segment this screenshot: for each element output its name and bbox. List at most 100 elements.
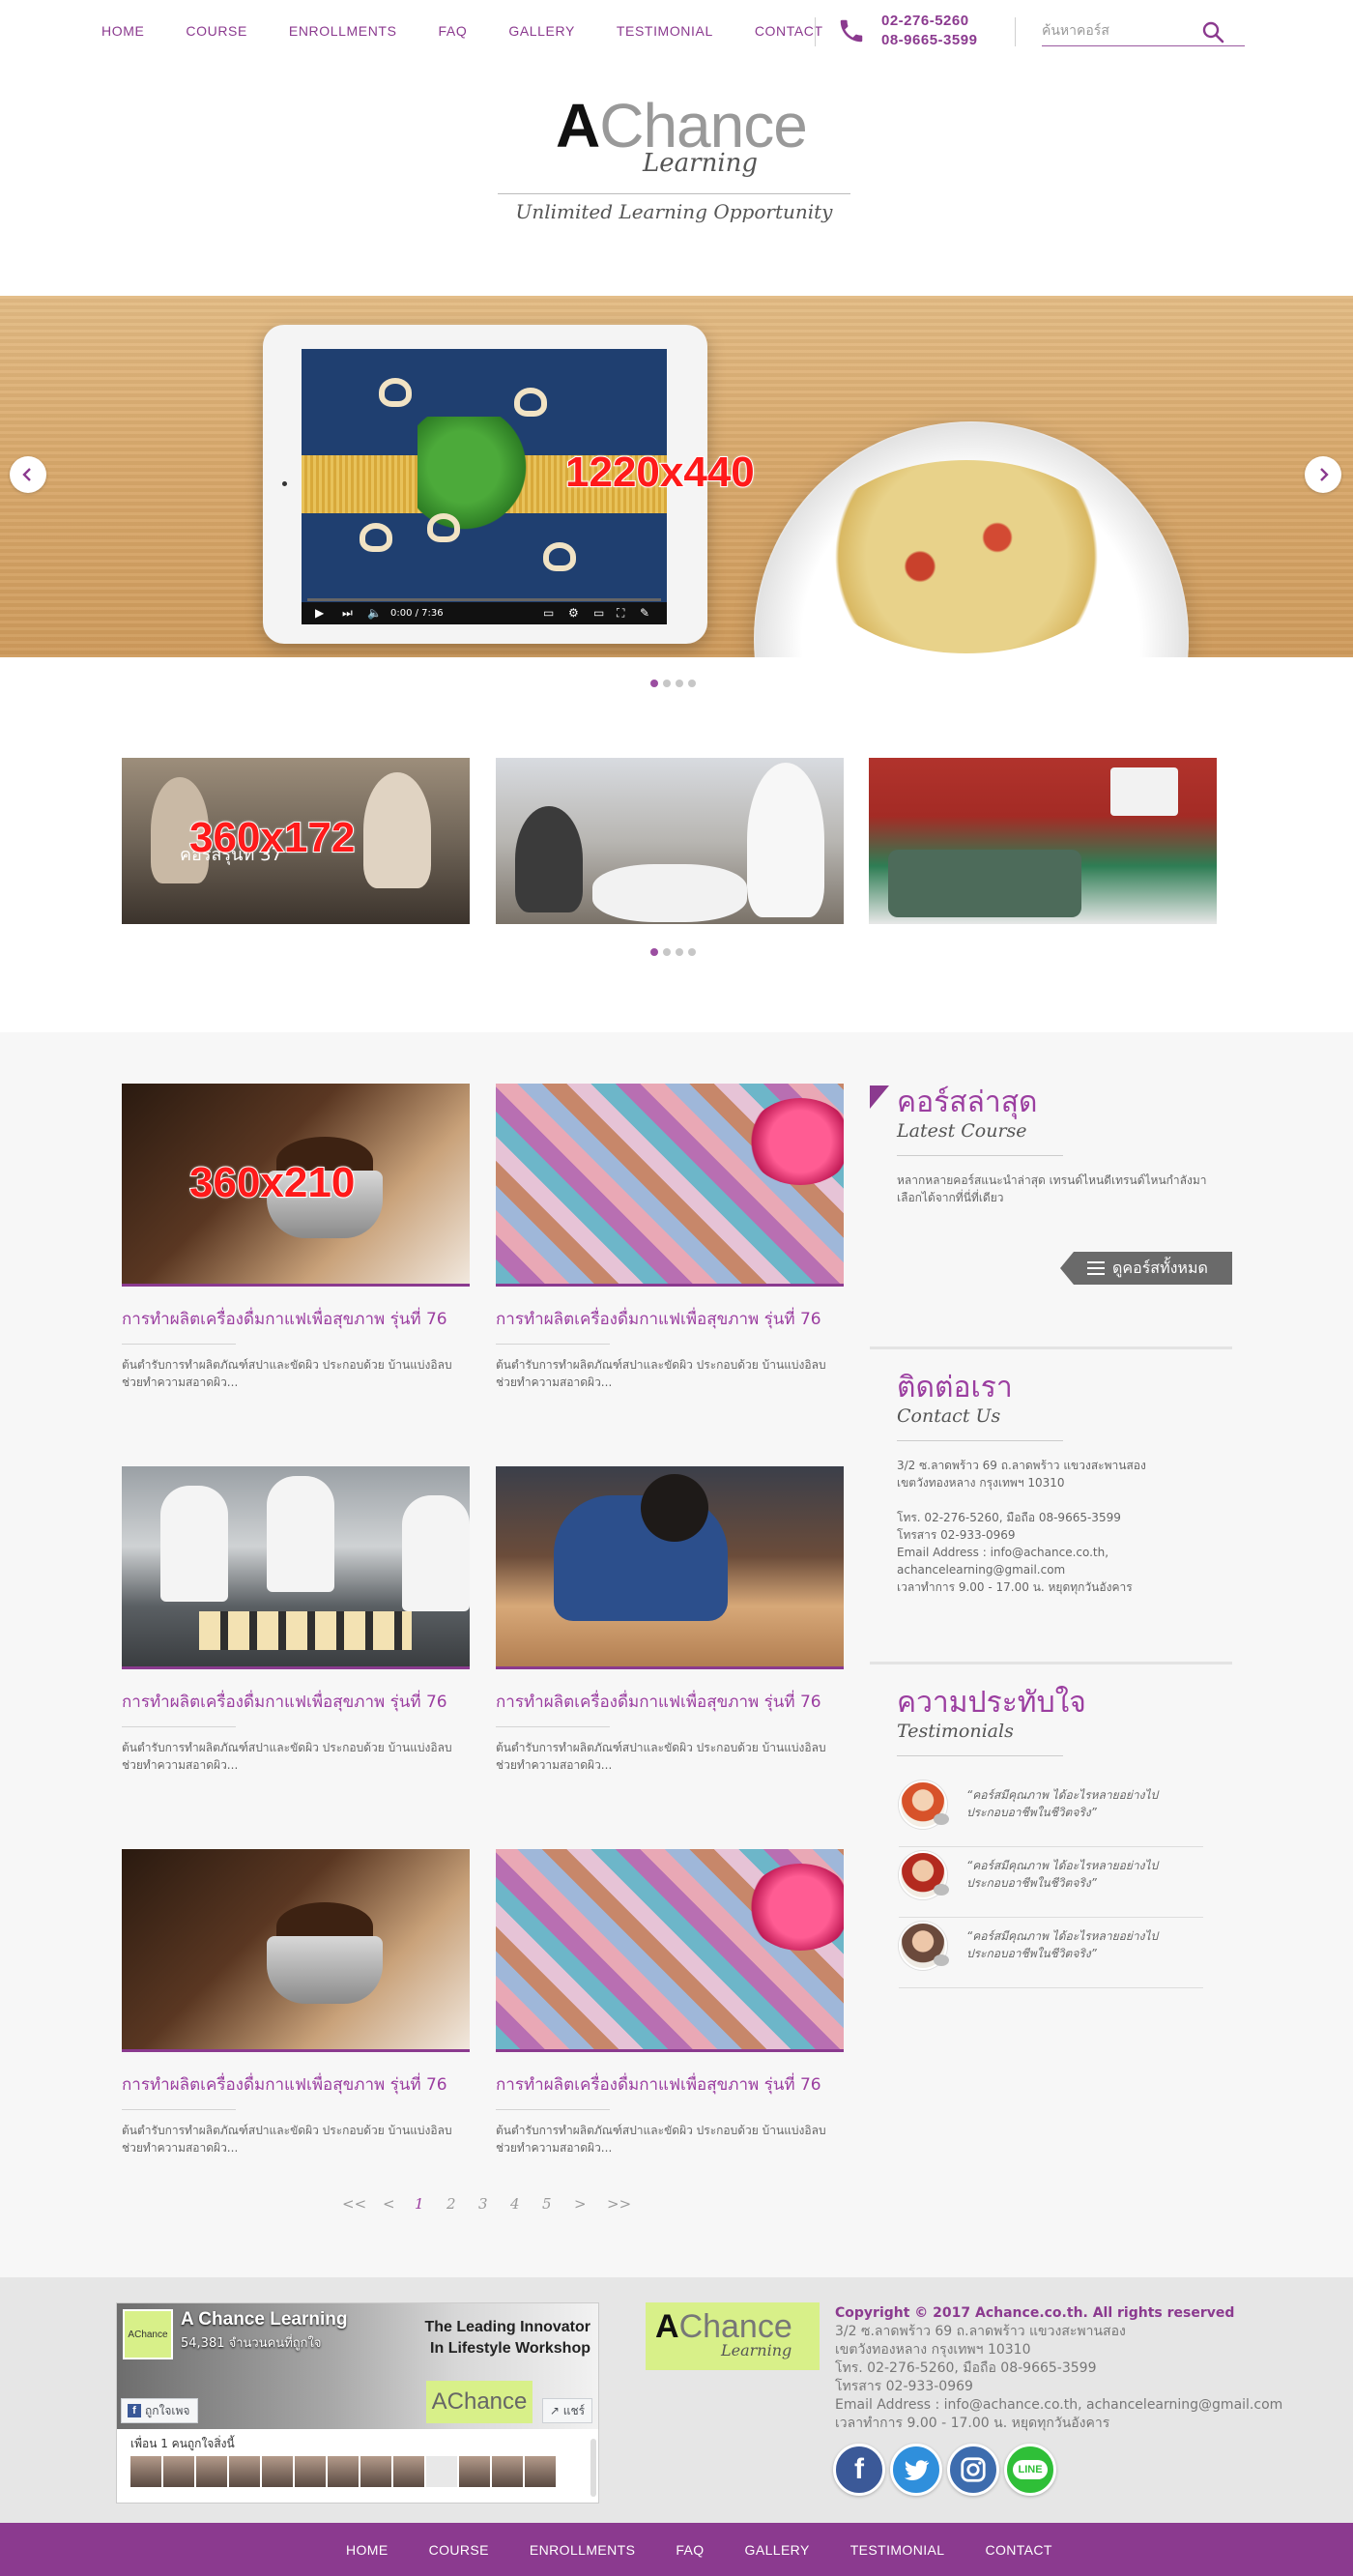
- footer-nav-gallery[interactable]: GALLERY: [745, 2542, 810, 2558]
- testimonial-item[interactable]: “คอร์สมีคุณภาพ ได้อะไรหลายอย่างไป ประกอบ…: [899, 1847, 1203, 1918]
- footer-nav-testimonial[interactable]: TESTIMONIAL: [850, 2542, 945, 2558]
- page-link[interactable]: 4: [510, 2195, 520, 2213]
- nav-contact[interactable]: CONTACT: [755, 23, 823, 39]
- avatar[interactable]: [459, 2456, 490, 2487]
- course-card[interactable]: การทำผลิตเครื่องดื่มกาแฟเพื่อสุขภาพ รุ่น…: [496, 1849, 844, 2156]
- last-page-link[interactable]: >>: [607, 2195, 631, 2213]
- fullscreen-icon[interactable]: ⛶: [617, 606, 624, 621]
- pin-icon[interactable]: ✎: [640, 606, 649, 620]
- promo-slide-1[interactable]: คอร์สรุ่นที่ 37 360x172: [122, 758, 470, 924]
- testimonial-item[interactable]: “คอร์สมีคุณภาพ ได้อะไรหลายอย่างไป ประกอบ…: [899, 1918, 1203, 1988]
- fb-page-logo[interactable]: AChance: [123, 2309, 173, 2359]
- course-title[interactable]: การทำผลิตเครื่องดื่มกาแฟเพื่อสุขภาพ รุ่น…: [496, 1306, 844, 1332]
- fb-like-page-button[interactable]: f ถูกใจเพจ: [121, 2398, 198, 2423]
- next-page-link[interactable]: >: [574, 2195, 587, 2213]
- footer-nav-contact[interactable]: CONTACT: [985, 2542, 1051, 2558]
- title-rule: [122, 2109, 236, 2110]
- page-link-current[interactable]: 1: [415, 2195, 424, 2213]
- search-input[interactable]: [1042, 19, 1196, 43]
- avatar[interactable]: [328, 2456, 359, 2487]
- prev-page-link[interactable]: <: [383, 2195, 395, 2213]
- instagram-icon[interactable]: [947, 2444, 999, 2496]
- slider-prev-button[interactable]: [10, 456, 46, 493]
- nav-enrollments[interactable]: ENROLLMENTS: [289, 23, 397, 39]
- twitter-icon[interactable]: [890, 2444, 942, 2496]
- footer-nav-home[interactable]: HOME: [346, 2542, 389, 2558]
- search-icon[interactable]: [1201, 20, 1224, 43]
- site-logo[interactable]: AChance Learning Unlimited Learning Oppo…: [498, 87, 850, 242]
- footer-nav-enrollments[interactable]: ENROLLMENTS: [530, 2542, 635, 2558]
- course-image-coffee[interactable]: [122, 1849, 470, 2052]
- avatar[interactable]: [163, 2456, 194, 2487]
- slide-dot-2[interactable]: [663, 680, 671, 687]
- avatar[interactable]: [262, 2456, 293, 2487]
- course-card[interactable]: 360x210 การทำผลิตเครื่องดื่มกาแฟเพื่อสุข…: [122, 1084, 470, 1391]
- course-image-coffee[interactable]: 360x210: [122, 1084, 470, 1287]
- fb-scrollbar[interactable]: [590, 2439, 596, 2497]
- course-title[interactable]: การทำผลิตเครื่องดื่มกาแฟเพื่อสุขภาพ รุ่น…: [496, 2071, 844, 2098]
- promo-dot-3[interactable]: [676, 948, 683, 956]
- nav-testimonial[interactable]: TESTIMONIAL: [617, 23, 713, 39]
- course-card[interactable]: การทำผลิตเครื่องดื่มกาแฟเพื่อสุขภาพ รุ่น…: [122, 1466, 470, 1774]
- play-icon[interactable]: ▶: [315, 606, 324, 620]
- course-card[interactable]: การทำผลิตเครื่องดื่มกาแฟเพื่อสุขภาพ รุ่น…: [496, 1084, 844, 1391]
- settings-icon[interactable]: ⚙: [568, 606, 579, 620]
- slide-dot-3[interactable]: [676, 680, 683, 687]
- phone-number-2[interactable]: 08-9665-3599: [881, 31, 977, 50]
- promo-dot-1[interactable]: [650, 948, 658, 956]
- course-image-bakers[interactable]: [122, 1466, 470, 1669]
- slide-dot-4[interactable]: [688, 680, 696, 687]
- nav-gallery[interactable]: GALLERY: [508, 23, 575, 39]
- avatar[interactable]: [360, 2456, 391, 2487]
- phone-number-1[interactable]: 02-276-5260: [881, 12, 977, 31]
- slide-dot-1[interactable]: [650, 680, 658, 687]
- footer-nav-faq[interactable]: FAQ: [676, 2542, 704, 2558]
- page-link[interactable]: 5: [542, 2195, 552, 2213]
- course-title[interactable]: การทำผลิตเครื่องดื่มกาแฟเพื่อสุขภาพ รุ่น…: [122, 2071, 470, 2098]
- promo-dot-4[interactable]: [688, 948, 696, 956]
- testimonial-item[interactable]: “คอร์สมีคุณภาพ ได้อะไรหลายอย่างไป ประกอบ…: [899, 1777, 1203, 1847]
- avatar[interactable]: [229, 2456, 260, 2487]
- footer-nav-course[interactable]: COURSE: [429, 2542, 489, 2558]
- fb-share-button[interactable]: ↗ แชร์: [542, 2398, 592, 2423]
- avatar[interactable]: [130, 2456, 161, 2487]
- fb-like-count: 54,381 จำนวนคนที่ถูกใจ: [181, 2336, 322, 2351]
- course-image-makeup[interactable]: [496, 1849, 844, 2052]
- avatar[interactable]: [525, 2456, 556, 2487]
- promo-dot-2[interactable]: [663, 948, 671, 956]
- course-card[interactable]: การทำผลิตเครื่องดื่มกาแฟเพื่อสุขภาพ รุ่น…: [496, 1466, 844, 1774]
- avatar[interactable]: [196, 2456, 227, 2487]
- copyright-text: Copyright © 2017 Achance.co.th. All righ…: [835, 2305, 1235, 2321]
- page-link[interactable]: 3: [478, 2195, 488, 2213]
- next-icon[interactable]: ⏭: [342, 606, 353, 621]
- nav-home[interactable]: HOME: [101, 23, 144, 39]
- avatar[interactable]: [393, 2456, 424, 2487]
- promo-slide-2[interactable]: [496, 758, 844, 924]
- facebook-icon[interactable]: f: [833, 2444, 885, 2496]
- nav-course[interactable]: COURSE: [186, 23, 247, 39]
- course-title[interactable]: การทำผลิตเครื่องดื่มกาแฟเพื่อสุขภาพ รุ่น…: [122, 1689, 470, 1715]
- nav-faq[interactable]: FAQ: [439, 23, 468, 39]
- captions-icon[interactable]: ▭: [543, 606, 554, 620]
- page-link[interactable]: 2: [446, 2195, 456, 2213]
- slider-next-button[interactable]: [1305, 456, 1341, 493]
- volume-icon[interactable]: 🔈: [367, 606, 382, 620]
- video-progress-bar[interactable]: [307, 598, 661, 601]
- facebook-page-widget[interactable]: AChance A Chance Learning 54,381 จำนวนคน…: [116, 2302, 599, 2504]
- hero-size-label: 1220x440: [564, 448, 756, 497]
- footer-logo[interactable]: AChance Learning: [646, 2302, 820, 2370]
- avatar[interactable]: [295, 2456, 326, 2487]
- avatar[interactable]: [492, 2456, 523, 2487]
- avatar[interactable]: [426, 2456, 457, 2487]
- line-icon[interactable]: LINE: [1004, 2444, 1056, 2496]
- course-title[interactable]: การทำผลิตเครื่องดื่มกาแฟเพื่อสุขภาพ รุ่น…: [122, 1306, 470, 1332]
- view-all-courses-button[interactable]: ดูคอร์สทั้งหมด: [1060, 1252, 1232, 1285]
- course-image-woodwork[interactable]: [496, 1466, 844, 1669]
- fb-page-name[interactable]: A Chance Learning: [181, 2309, 347, 2330]
- miniplayer-icon[interactable]: ▭: [593, 606, 604, 620]
- promo-slide-3[interactable]: [869, 758, 1217, 924]
- course-card[interactable]: การทำผลิตเครื่องดื่มกาแฟเพื่อสุขภาพ รุ่น…: [122, 1849, 470, 2156]
- course-title[interactable]: การทำผลิตเครื่องดื่มกาแฟเพื่อสุขภาพ รุ่น…: [496, 1689, 844, 1715]
- first-page-link[interactable]: <<: [342, 2195, 366, 2213]
- course-image-makeup[interactable]: [496, 1084, 844, 1287]
